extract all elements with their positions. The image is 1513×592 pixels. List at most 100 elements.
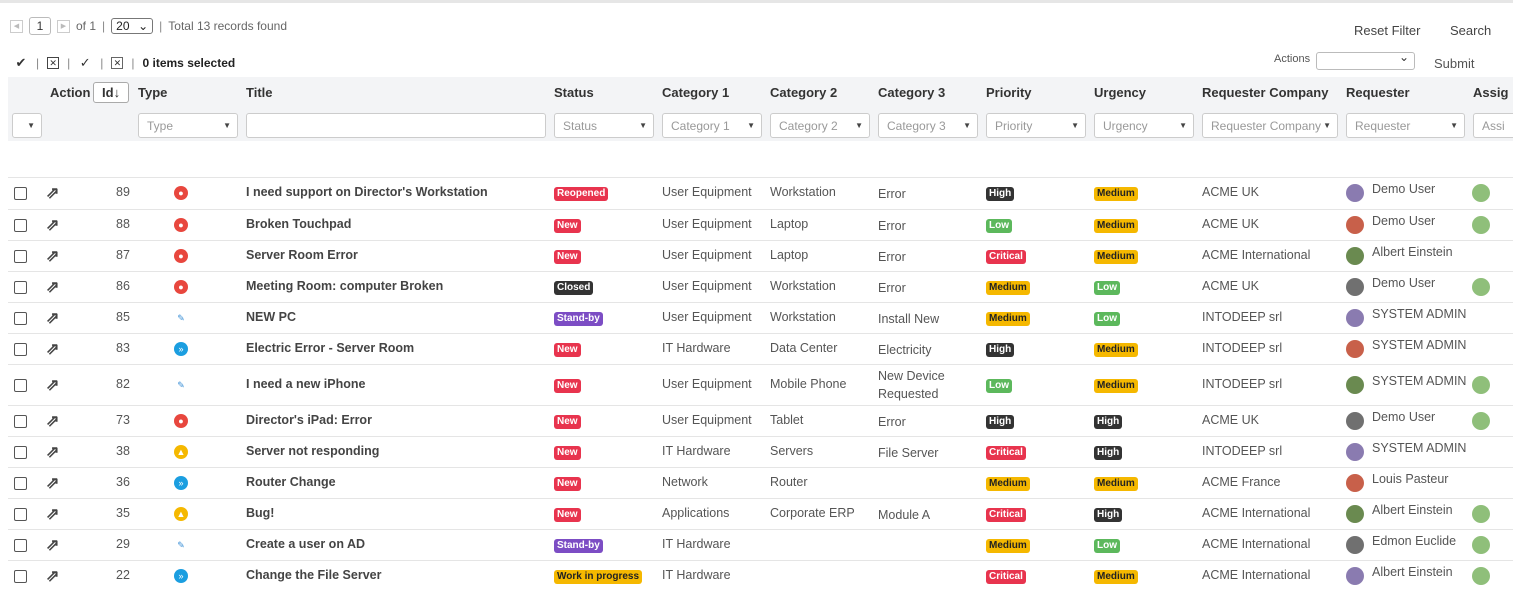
next-page-icon[interactable]: ▶ <box>57 19 70 33</box>
page-size-select[interactable]: 20 ⌄ <box>111 18 154 34</box>
open-external-icon[interactable]: ⇗ <box>46 339 59 359</box>
assignee-filter[interactable]: Assi <box>1473 113 1513 138</box>
deselect-icon[interactable]: ✕ <box>47 57 60 69</box>
requester-avatar <box>1346 411 1364 430</box>
col-id-sort[interactable]: Id↓ <box>93 82 129 103</box>
row-title[interactable]: Director's iPad: Error <box>246 413 372 427</box>
status-badge: New <box>554 413 581 429</box>
row-title[interactable]: Meeting Room: computer Broken <box>246 279 443 293</box>
row-title[interactable]: Broken Touchpad <box>246 217 351 231</box>
check-icon[interactable]: ✓ <box>78 55 92 71</box>
row-checkbox[interactable] <box>14 445 27 459</box>
requester-avatar <box>1346 308 1364 327</box>
row-category-3: Install New <box>878 311 940 326</box>
row-title[interactable]: I need a new iPhone <box>246 377 365 391</box>
col-status[interactable]: Status <box>554 85 594 100</box>
open-external-icon[interactable]: ⇗ <box>46 277 59 297</box>
open-external-icon[interactable]: ⇗ <box>46 566 59 586</box>
row-checkbox[interactable] <box>14 476 27 490</box>
urgency-badge: High <box>1094 506 1123 522</box>
row-title[interactable]: Bug! <box>246 506 274 520</box>
assignee-avatar <box>1472 411 1490 430</box>
priority-badge: High <box>986 413 1015 429</box>
open-external-icon[interactable]: ⇗ <box>46 375 59 395</box>
search-link[interactable]: Search <box>1450 23 1491 38</box>
title-filter[interactable] <box>246 113 546 138</box>
row-title[interactable]: Router Change <box>246 475 336 489</box>
page-input[interactable]: 1 <box>29 17 51 35</box>
open-external-icon[interactable]: ⇗ <box>46 246 59 266</box>
col-type[interactable]: Type <box>138 85 167 100</box>
open-external-icon[interactable]: ⇗ <box>46 535 59 555</box>
chevron-down-icon: ⌄ <box>138 19 149 33</box>
row-title[interactable]: Server Room Error <box>246 248 358 262</box>
type-filter[interactable]: Type ▼ <box>138 113 238 138</box>
urgency-badge: High <box>1094 444 1123 460</box>
row-title[interactable]: NEW PC <box>246 310 296 324</box>
requester-company-filter[interactable]: Requester Company ▼ <box>1202 113 1338 138</box>
status-filter[interactable]: Status ▼ <box>554 113 654 138</box>
row-checkbox[interactable] <box>14 186 27 200</box>
open-external-icon[interactable]: ⇗ <box>46 411 59 431</box>
row-title[interactable]: Server not responding <box>246 444 379 458</box>
row-requester: Demo User <box>1372 181 1436 196</box>
requester-filter[interactable]: Requester ▼ <box>1346 113 1465 138</box>
priority-badge: Medium <box>986 475 1030 491</box>
row-checkbox[interactable] <box>14 507 27 521</box>
row-category-2: Mobile Phone <box>770 376 847 391</box>
col-priority[interactable]: Priority <box>986 85 1032 100</box>
row-checkbox[interactable] <box>14 311 27 325</box>
submit-button[interactable]: Submit <box>1434 56 1474 71</box>
open-external-icon[interactable]: ⇗ <box>46 504 59 524</box>
row-checkbox[interactable] <box>14 280 27 294</box>
row-id: 83 <box>116 340 130 355</box>
category-2-filter[interactable]: Category 2 ▼ <box>770 113 870 138</box>
prev-page-icon[interactable]: ◀ <box>10 19 23 33</box>
row-category-1: IT Hardware <box>662 567 731 582</box>
priority-badge: Medium <box>986 279 1030 295</box>
col-assignee[interactable]: Assig <box>1473 85 1508 100</box>
row-checkbox[interactable] <box>14 342 27 356</box>
category-1-filter[interactable]: Category 1 ▼ <box>662 113 762 138</box>
open-external-icon[interactable]: ⇗ <box>46 215 59 235</box>
row-checkbox[interactable] <box>14 414 27 428</box>
open-external-icon[interactable]: ⇗ <box>46 442 59 462</box>
open-external-icon[interactable]: ⇗ <box>46 473 59 493</box>
col-category-1[interactable]: Category 1 <box>662 85 729 100</box>
col-requester[interactable]: Requester <box>1346 85 1410 100</box>
row-category-1: User Equipment <box>662 309 752 324</box>
category-3-filter[interactable]: Category 3 ▼ <box>878 113 978 138</box>
row-title[interactable]: Electric Error - Server Room <box>246 341 414 355</box>
row-checkbox[interactable] <box>14 538 27 552</box>
priority-filter[interactable]: Priority ▼ <box>986 113 1086 138</box>
row-checkbox[interactable] <box>14 569 27 583</box>
table-row <box>8 177 1513 209</box>
select-all-icon[interactable]: ✔ <box>14 55 28 71</box>
col-title[interactable]: Title <box>246 85 273 100</box>
requester-avatar <box>1346 183 1364 202</box>
row-category-3: Electricity <box>878 342 932 357</box>
open-external-icon[interactable]: ⇗ <box>46 183 59 203</box>
col-urgency[interactable]: Urgency <box>1094 85 1146 100</box>
row-checkbox[interactable] <box>14 378 27 392</box>
row-checkbox[interactable] <box>14 249 27 263</box>
urgency-filter[interactable]: Urgency ▼ <box>1094 113 1194 138</box>
row-title[interactable]: I need support on Director's Workstation <box>246 185 488 199</box>
row-category-1: User Equipment <box>662 216 752 231</box>
col-requester-company[interactable]: Requester Company <box>1202 85 1328 100</box>
col-category-2[interactable]: Category 2 <box>770 85 837 100</box>
action-filter[interactable]: ▼ <box>12 113 42 138</box>
row-requester: Edmon Euclide <box>1372 533 1457 548</box>
selection-bar: ✔ | ✕ | ✓ | ✕ | 0 items selected <box>14 55 236 71</box>
row-title[interactable]: Create a user on AD <box>246 537 365 551</box>
open-external-icon[interactable]: ⇗ <box>46 308 59 328</box>
row-category-3: File Server <box>878 445 939 460</box>
priority-badge: Critical <box>986 506 1026 522</box>
actions-select[interactable] <box>1316 50 1415 70</box>
clear-selection-icon[interactable]: ✕ <box>111 57 124 69</box>
col-category-3[interactable]: Category 3 <box>878 85 945 100</box>
reset-filter-link[interactable]: Reset Filter <box>1354 23 1420 38</box>
row-category-2: Workstation <box>770 278 836 293</box>
row-checkbox[interactable] <box>14 218 27 232</box>
row-title[interactable]: Change the File Server <box>246 568 381 582</box>
